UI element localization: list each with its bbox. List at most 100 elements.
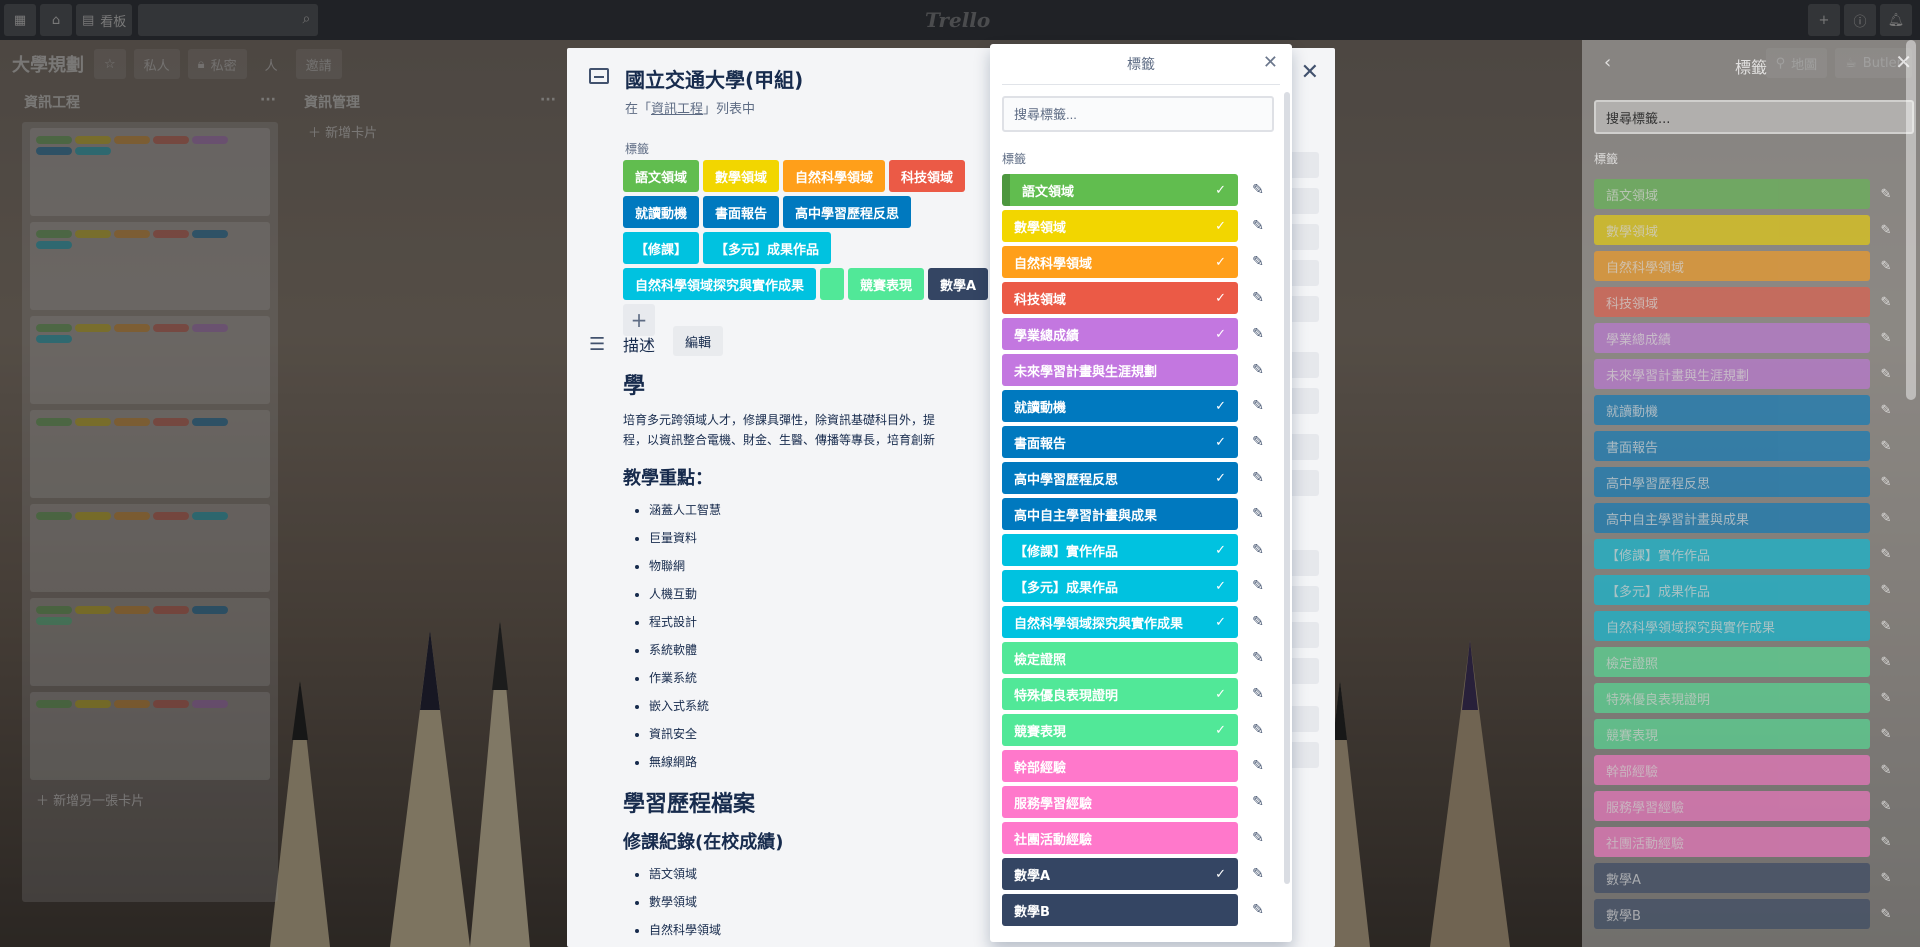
- pencil-icon[interactable]: ✎: [1242, 462, 1274, 494]
- board-menu-label[interactable]: 科技領域: [1594, 287, 1870, 317]
- pencil-icon[interactable]: ✎: [1870, 367, 1902, 382]
- popover-label-option[interactable]: 社團活動經驗: [1002, 822, 1238, 854]
- pencil-icon[interactable]: ✎: [1870, 907, 1902, 922]
- pencil-icon[interactable]: ✎: [1242, 642, 1274, 674]
- board-menu-search-input[interactable]: 搜尋標籤...: [1594, 100, 1914, 134]
- popover-label-option[interactable]: 自然科學領域 ✓: [1002, 246, 1238, 278]
- popover-label-option[interactable]: 數學領域 ✓: [1002, 210, 1238, 242]
- board-menu-label[interactable]: 數學A: [1594, 863, 1870, 893]
- pencil-icon[interactable]: ✎: [1242, 714, 1274, 746]
- board-menu-label[interactable]: 自然科學領域探究與實作成果: [1594, 611, 1870, 641]
- board-menu-label[interactable]: 書面報告: [1594, 431, 1870, 461]
- board-menu-label[interactable]: 競賽表現: [1594, 719, 1870, 749]
- popover-label-option[interactable]: 高中學習歷程反思 ✓: [1002, 462, 1238, 494]
- card-label[interactable]: 數學A: [928, 268, 989, 300]
- board-menu-label[interactable]: 特殊優良表現證明: [1594, 683, 1870, 713]
- pencil-icon[interactable]: ✎: [1242, 390, 1274, 422]
- card-label[interactable]: 科技領域: [889, 160, 966, 192]
- card-label[interactable]: 書面報告: [703, 196, 780, 228]
- board-menu-label[interactable]: 幹部經驗: [1594, 755, 1870, 785]
- card-label[interactable]: 自然科學領域: [783, 160, 886, 192]
- board-menu-label[interactable]: 服務學習經驗: [1594, 791, 1870, 821]
- pencil-icon[interactable]: ✎: [1870, 259, 1902, 274]
- pencil-icon[interactable]: ✎: [1242, 282, 1274, 314]
- popover-label-option[interactable]: 特殊優良表現證明 ✓: [1002, 678, 1238, 710]
- popover-label-option[interactable]: 就讀動機 ✓: [1002, 390, 1238, 422]
- board-menu-label[interactable]: 學業總成績: [1594, 323, 1870, 353]
- scrollbar[interactable]: [1906, 40, 1916, 400]
- board-menu-label[interactable]: 【多元】成果作品: [1594, 575, 1870, 605]
- pencil-icon[interactable]: ✎: [1242, 750, 1274, 782]
- pencil-icon[interactable]: ✎: [1870, 871, 1902, 886]
- board-menu-label[interactable]: 高中自主學習計畫與成果: [1594, 503, 1870, 533]
- label-search-input[interactable]: [1002, 96, 1274, 132]
- pencil-icon[interactable]: ✎: [1870, 511, 1902, 526]
- board-menu-label[interactable]: 就讀動機: [1594, 395, 1870, 425]
- card-label[interactable]: 語文領域: [623, 160, 700, 192]
- pencil-icon[interactable]: ✎: [1242, 894, 1274, 926]
- pencil-icon[interactable]: ✎: [1870, 439, 1902, 454]
- pencil-icon[interactable]: ✎: [1870, 583, 1902, 598]
- pencil-icon[interactable]: ✎: [1870, 799, 1902, 814]
- board-menu-label[interactable]: 【修課】實作作品: [1594, 539, 1870, 569]
- board-menu-label[interactable]: 自然科學領域: [1594, 251, 1870, 281]
- popover-label-option[interactable]: 科技領域 ✓: [1002, 282, 1238, 314]
- scrollbar[interactable]: [1284, 92, 1290, 884]
- pencil-icon[interactable]: ✎: [1242, 498, 1274, 530]
- card-label[interactable]: 競賽表現: [848, 268, 925, 300]
- board-menu-label[interactable]: 數學B: [1594, 899, 1870, 929]
- board-menu-label[interactable]: 數學領域: [1594, 215, 1870, 245]
- popover-label-option[interactable]: 書面報告 ✓: [1002, 426, 1238, 458]
- pencil-icon[interactable]: ✎: [1870, 295, 1902, 310]
- popover-label-option[interactable]: 數學A ✓: [1002, 858, 1238, 890]
- pencil-icon[interactable]: ✎: [1242, 246, 1274, 278]
- pencil-icon[interactable]: ✎: [1870, 223, 1902, 238]
- popover-label-option[interactable]: 服務學習經驗: [1002, 786, 1238, 818]
- pencil-icon[interactable]: ✎: [1242, 858, 1274, 890]
- popover-label-option[interactable]: 高中自主學習計畫與成果: [1002, 498, 1238, 530]
- pencil-icon[interactable]: ✎: [1242, 570, 1274, 602]
- description-content[interactable]: 學 培育多元跨領域人才，修課具彈性，除資訊基礎科目外，提 程，以資訊整合電機、財…: [623, 368, 1003, 947]
- close-icon[interactable]: ✕: [1263, 52, 1278, 73]
- pencil-icon[interactable]: ✎: [1242, 534, 1274, 566]
- pencil-icon[interactable]: ✎: [1242, 786, 1274, 818]
- popover-label-option[interactable]: 自然科學領域探究與實作成果 ✓: [1002, 606, 1238, 638]
- pencil-icon[interactable]: ✎: [1242, 210, 1274, 242]
- pencil-icon[interactable]: ✎: [1870, 331, 1902, 346]
- pencil-icon[interactable]: ✎: [1870, 619, 1902, 634]
- card-label[interactable]: [820, 268, 845, 300]
- pencil-icon[interactable]: ✎: [1870, 187, 1902, 202]
- popover-label-option[interactable]: 競賽表現 ✓: [1002, 714, 1238, 746]
- popover-label-option[interactable]: 未來學習計畫與生涯規劃: [1002, 354, 1238, 386]
- pencil-icon[interactable]: ✎: [1242, 318, 1274, 350]
- popover-label-option[interactable]: 【多元】成果作品 ✓: [1002, 570, 1238, 602]
- card-title[interactable]: 國立交通大學(甲組): [625, 64, 803, 93]
- edit-description-button[interactable]: 編輯: [673, 326, 724, 356]
- pencil-icon[interactable]: ✎: [1870, 763, 1902, 778]
- pencil-icon[interactable]: ✎: [1242, 354, 1274, 386]
- list-link[interactable]: 資訊工程: [651, 102, 703, 117]
- pencil-icon[interactable]: ✎: [1870, 475, 1902, 490]
- card-label[interactable]: 【多元】成果作品: [703, 232, 832, 264]
- popover-label-option[interactable]: 幹部經驗: [1002, 750, 1238, 782]
- pencil-icon[interactable]: ✎: [1242, 678, 1274, 710]
- pencil-icon[interactable]: ✎: [1242, 426, 1274, 458]
- popover-label-option[interactable]: 檢定證照: [1002, 642, 1238, 674]
- popover-label-option[interactable]: 學業總成績 ✓: [1002, 318, 1238, 350]
- card-label[interactable]: 自然科學領域探究與實作成果: [623, 268, 817, 300]
- pencil-icon[interactable]: ✎: [1870, 655, 1902, 670]
- pencil-icon[interactable]: ✎: [1870, 403, 1902, 418]
- board-menu-label[interactable]: 高中學習歷程反思: [1594, 467, 1870, 497]
- board-menu-label[interactable]: 語文領域: [1594, 179, 1870, 209]
- popover-label-option[interactable]: 語文領域 ✓: [1002, 174, 1238, 206]
- card-label[interactable]: 高中學習歷程反思: [783, 196, 912, 228]
- board-menu-label[interactable]: 社團活動經驗: [1594, 827, 1870, 857]
- pencil-icon[interactable]: ✎: [1242, 822, 1274, 854]
- pencil-icon[interactable]: ✎: [1242, 174, 1274, 206]
- board-menu-label[interactable]: 未來學習計畫與生涯規劃: [1594, 359, 1870, 389]
- pencil-icon[interactable]: ✎: [1242, 606, 1274, 638]
- pencil-icon[interactable]: ✎: [1870, 547, 1902, 562]
- board-menu-label[interactable]: 檢定證照: [1594, 647, 1870, 677]
- pencil-icon[interactable]: ✎: [1870, 727, 1902, 742]
- pencil-icon[interactable]: ✎: [1870, 835, 1902, 850]
